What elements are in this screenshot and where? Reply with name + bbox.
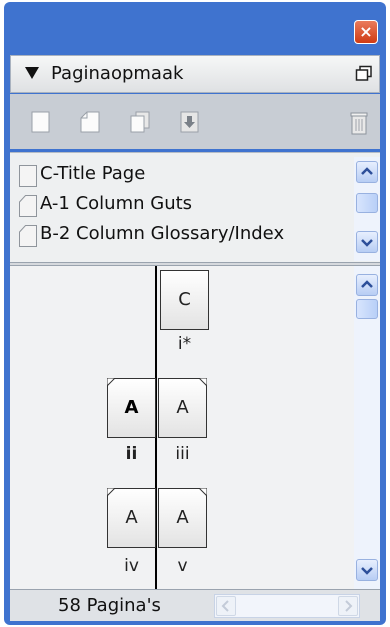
- new-page-icon[interactable]: [30, 110, 52, 134]
- chevron-down-icon: [361, 239, 373, 247]
- panel-tab-header[interactable]: Paginaopmaak: [10, 55, 380, 93]
- master-item-b[interactable]: B-2 Column Glossary/Index: [10, 221, 340, 251]
- scroll-left-button[interactable]: [216, 596, 236, 616]
- document-pages-area: C i* A A ii iii A A iv v: [10, 266, 380, 589]
- chevron-up-icon: [361, 280, 373, 288]
- delete-page-icon[interactable]: [348, 110, 370, 136]
- panel-title: Paginaopmaak: [51, 63, 184, 84]
- master-item-a[interactable]: A-1 Column Guts: [10, 191, 340, 221]
- panel-titlebar[interactable]: ×: [4, 2, 386, 54]
- master-pages-list: C-Title Page A-1 Column Guts B-2 Column …: [10, 152, 380, 263]
- page-thumbnail[interactable]: A: [158, 488, 207, 548]
- scroll-up-button[interactable]: [356, 161, 378, 183]
- chevron-down-icon: [361, 567, 373, 575]
- duplicate-page-icon[interactable]: [128, 110, 152, 134]
- scroll-thumb[interactable]: [356, 299, 378, 319]
- collapse-triangle-icon[interactable]: [25, 67, 39, 79]
- page-number: iv: [124, 556, 139, 576]
- chevron-right-icon: [345, 600, 353, 612]
- scroll-down-button[interactable]: [356, 231, 378, 253]
- panel-footer: 58 Pagina's: [10, 589, 380, 621]
- pages-panel: × Paginaopmaak C-Title Page A-1 Column G…: [4, 2, 386, 625]
- load-page-icon[interactable]: [178, 110, 202, 134]
- master-page-icon: [19, 225, 37, 247]
- page-master-letter: A: [124, 397, 139, 418]
- horizontal-scrollbar[interactable]: [214, 594, 360, 618]
- page-master-letter: A: [125, 507, 138, 528]
- master-label: B-2 Column Glossary/Index: [40, 223, 285, 244]
- page-number: iii: [175, 444, 190, 464]
- pages-scrollbar[interactable]: [354, 266, 380, 589]
- panel-menu-icon[interactable]: [355, 65, 373, 83]
- master-label: A-1 Column Guts: [40, 193, 193, 214]
- page-number: i*: [177, 334, 192, 354]
- masters-scrollbar[interactable]: [354, 157, 380, 261]
- page-master-letter: A: [176, 397, 189, 418]
- panel-toolbar: [10, 94, 380, 149]
- master-item-c[interactable]: C-Title Page: [10, 161, 340, 191]
- scroll-down-button[interactable]: [356, 559, 378, 581]
- single-page-icon: [19, 165, 37, 187]
- page-thumbnail[interactable]: C: [160, 270, 209, 330]
- chevron-left-icon: [221, 600, 229, 612]
- page-master-letter: C: [178, 289, 191, 310]
- scroll-right-button[interactable]: [338, 596, 358, 616]
- master-label: C-Title Page: [40, 163, 146, 184]
- master-page-icon: [19, 195, 37, 217]
- page-number: ii: [125, 444, 138, 464]
- page-number: v: [177, 556, 188, 576]
- close-button[interactable]: ×: [354, 20, 378, 44]
- new-master-icon[interactable]: [78, 110, 102, 134]
- scroll-thumb[interactable]: [356, 193, 378, 213]
- page-master-letter: A: [176, 507, 189, 528]
- page-thumbnail[interactable]: A: [158, 378, 207, 438]
- scroll-up-button[interactable]: [356, 274, 378, 296]
- page-thumbnail[interactable]: A: [107, 378, 156, 438]
- page-thumbnail[interactable]: A: [107, 488, 156, 548]
- chevron-up-icon: [361, 167, 373, 175]
- page-count-label: 58 Pagina's: [58, 595, 161, 616]
